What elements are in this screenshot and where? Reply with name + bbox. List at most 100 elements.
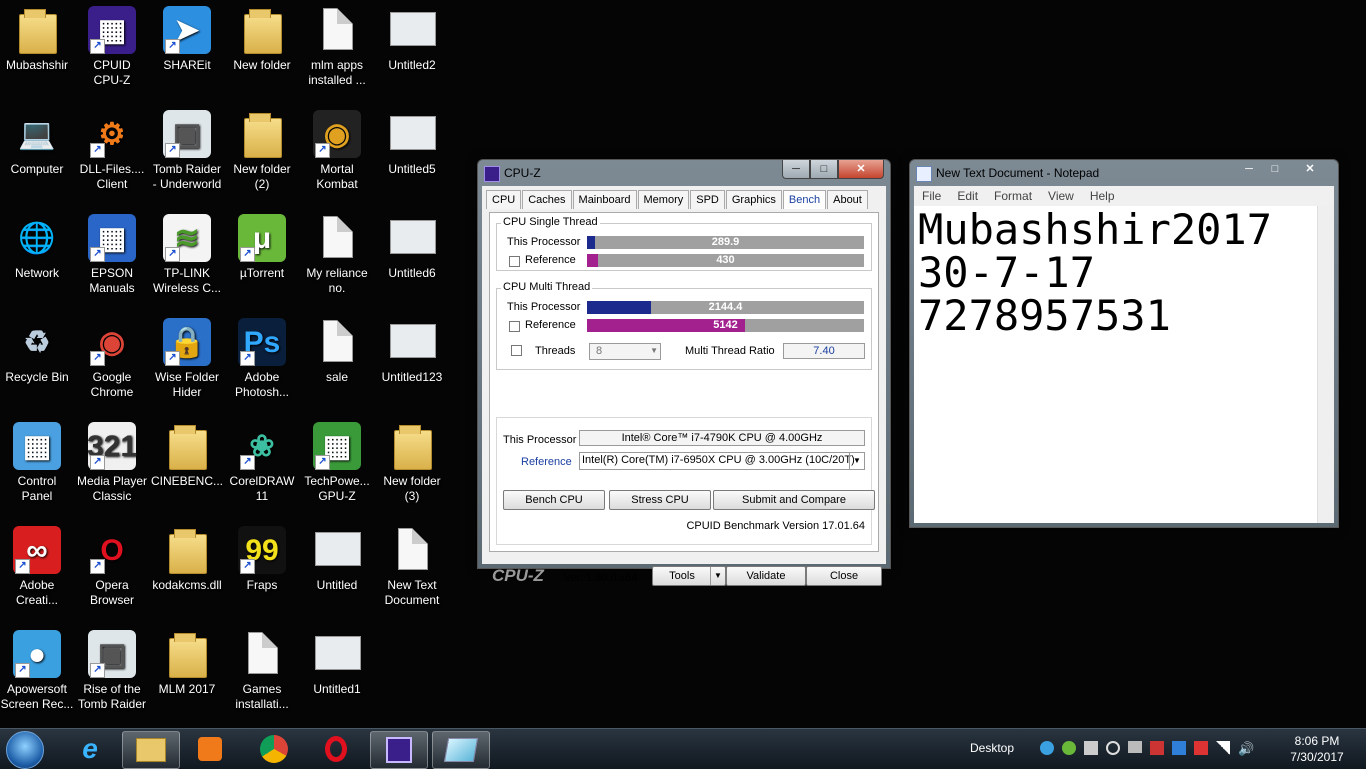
desktop-icon[interactable]: ▣ ↗ Rise of the Tomb Raider <box>75 624 149 712</box>
network-signal-icon[interactable] <box>1216 741 1230 755</box>
internet-explorer-icon[interactable]: e <box>62 731 118 767</box>
threads-checkbox[interactable] <box>511 345 522 356</box>
tools-button[interactable]: Tools ▼ <box>652 566 726 586</box>
benchmark-version: CPUID Benchmark Version 17.01.64 <box>686 520 865 532</box>
tab-caches[interactable]: Caches <box>522 190 572 209</box>
vertical-scrollbar[interactable] <box>1317 206 1334 523</box>
menu-help[interactable]: Help <box>1082 186 1123 206</box>
menu-edit[interactable]: Edit <box>949 186 986 206</box>
tab-cpu[interactable]: CPU <box>486 190 522 209</box>
ratio-field: 7.40 <box>783 343 865 359</box>
close-icon[interactable]: ✕ <box>838 160 884 179</box>
notepad-titlebar[interactable]: New Text Document - Notepad ─ □ ✕ <box>910 160 1338 186</box>
tray-app-icon[interactable] <box>1040 741 1054 755</box>
tab-memory[interactable]: Memory <box>637 190 690 209</box>
tab-graphics[interactable]: Graphics <box>725 190 782 209</box>
menu-format[interactable]: Format <box>986 186 1040 206</box>
bench-cpu-button[interactable]: Bench CPU <box>503 490 605 510</box>
desktop-icon[interactable]: ♻ Recycle Bin <box>0 312 74 385</box>
desktop-icon-label: Mubashshir <box>5 58 69 72</box>
utorrent-tray-icon[interactable] <box>1062 741 1076 755</box>
desktop-icon[interactable]: New folder (3) <box>375 416 449 504</box>
document-icon <box>313 318 361 366</box>
desktop-icon[interactable]: ∞ ↗ Adobe Creati... <box>0 520 74 608</box>
desktop-icon[interactable]: ▣ ↗ Tomb Raider - Underworld <box>150 104 224 192</box>
desktop-icon[interactable]: 321 ↗ Media Player Classic <box>75 416 149 504</box>
desktop-icon[interactable]: Untitled1 <box>300 624 374 697</box>
media-player-icon[interactable] <box>182 731 238 767</box>
desktop-icon[interactable]: Mubashshir <box>0 0 74 73</box>
desktop-icon[interactable]: New folder <box>225 0 299 73</box>
desktop-icon[interactable]: ▦ Control Panel <box>0 416 74 504</box>
show-desktop-label[interactable]: Desktop <box>970 741 1014 755</box>
stress-cpu-button[interactable]: Stress CPU <box>609 490 711 510</box>
desktop-icon[interactable]: μ ↗ µTorrent <box>225 208 299 281</box>
reference-select[interactable]: Intel(R) Core(TM) i7-6950X CPU @ 3.00GHz… <box>579 452 865 470</box>
desktop-icon[interactable]: 🔒 ↗ Wise Folder Hider <box>150 312 224 400</box>
tray-app-icon[interactable] <box>1128 741 1142 753</box>
tab-mainboard[interactable]: Mainboard <box>572 190 637 209</box>
desktop-icon[interactable]: O ↗ Opera Browser <box>75 520 149 608</box>
tray-app-icon[interactable] <box>1084 741 1098 755</box>
file-explorer-icon[interactable] <box>122 731 180 769</box>
start-orb-icon[interactable] <box>6 731 44 769</box>
threads-select[interactable]: 8 ▼ <box>589 343 661 360</box>
tab-about[interactable]: About <box>827 190 868 209</box>
volume-icon[interactable]: 🔊 <box>1238 741 1254 757</box>
desktop-icon[interactable]: ≋ ↗ TP-LINK Wireless C... <box>150 208 224 296</box>
desktop-icon[interactable]: New folder (2) <box>225 104 299 192</box>
desktop-icon[interactable]: ⚙ ↗ DLL-Files.... Client <box>75 104 149 192</box>
desktop-icon[interactable]: Untitled123 <box>375 312 449 385</box>
maximize-button[interactable]: □ <box>810 160 838 179</box>
desktop-icon[interactable]: 💻 Computer <box>0 104 74 177</box>
maximize-button[interactable]: □ <box>1262 160 1288 178</box>
snipping-tool-icon[interactable] <box>432 731 490 769</box>
notepad-text-area[interactable]: Mubashshir2017 30-7-17 7278957531 <box>914 206 1318 523</box>
minimize-button[interactable]: ─ <box>1236 160 1262 178</box>
single-reference-checkbox[interactable] <box>509 256 520 267</box>
validate-button[interactable]: Validate <box>726 566 806 586</box>
desktop-icon[interactable]: sale <box>300 312 374 385</box>
desktop-icon[interactable]: kodakcms.dll <box>150 520 224 593</box>
desktop-icon[interactable]: ➤ ↗ SHAREit <box>150 0 224 73</box>
cpuz-icon[interactable] <box>370 731 428 769</box>
action-center-icon[interactable] <box>1194 741 1208 755</box>
clock[interactable]: 8:06 PM 7/30/2017 <box>1282 733 1352 765</box>
cpuz-titlebar[interactable]: CPU-Z ─ □ ✕ <box>478 160 890 186</box>
desktop-icon[interactable]: Untitled5 <box>375 104 449 177</box>
desktop-icon[interactable]: CINEBENC... <box>150 416 224 489</box>
menu-file[interactable]: File <box>914 186 949 206</box>
submit-compare-button[interactable]: Submit and Compare <box>713 490 875 510</box>
tab-bench[interactable]: Bench <box>782 190 827 209</box>
desktop-icon[interactable]: ● ↗ Apowersoft Screen Rec... <box>0 624 74 712</box>
opera-icon[interactable] <box>308 731 364 767</box>
desktop-icon[interactable]: ▦ ↗ CPUID CPU-Z <box>75 0 149 88</box>
desktop-icon[interactable]: ❀ ↗ CorelDRAW 11 <box>225 416 299 504</box>
multi-reference-checkbox[interactable] <box>509 321 520 332</box>
close-icon[interactable]: ✕ <box>1288 160 1332 178</box>
desktop-icon[interactable]: Untitled <box>300 520 374 593</box>
desktop-icon[interactable]: MLM 2017 <box>150 624 224 697</box>
desktop-icon[interactable]: 🌐 Network <box>0 208 74 281</box>
desktop-icon[interactable]: Ps ↗ Adobe Photosh... <box>225 312 299 400</box>
desktop-icon[interactable]: New Text Document <box>375 520 449 608</box>
chrome-icon[interactable] <box>246 731 302 767</box>
tray-app-icon[interactable] <box>1106 741 1120 755</box>
desktop-icon[interactable]: My reliance no. <box>300 208 374 296</box>
tray-app-icon[interactable] <box>1150 741 1164 755</box>
desktop-icon[interactable]: Games installati... <box>225 624 299 712</box>
desktop-icon[interactable]: ◉ ↗ Mortal Kombat <box>300 104 374 192</box>
creative-cloud-icon: ∞ ↗ <box>13 526 61 574</box>
desktop-icon[interactable]: mlm apps installed ... <box>300 0 374 88</box>
tray-app-icon[interactable] <box>1172 741 1186 755</box>
desktop-icon[interactable]: Untitled2 <box>375 0 449 73</box>
menu-view[interactable]: View <box>1040 186 1082 206</box>
close-button[interactable]: Close <box>806 566 882 586</box>
minimize-button[interactable]: ─ <box>782 160 810 179</box>
tab-spd[interactable]: SPD <box>690 190 725 209</box>
desktop-icon[interactable]: Untitled6 <box>375 208 449 281</box>
desktop-icon[interactable]: ◉ ↗ Google Chrome <box>75 312 149 400</box>
desktop-icon[interactable]: 99 ↗ Fraps <box>225 520 299 593</box>
desktop-icon[interactable]: ▦ ↗ EPSON Manuals <box>75 208 149 296</box>
desktop-icon[interactable]: ▦ ↗ TechPowe... GPU-Z <box>300 416 374 504</box>
